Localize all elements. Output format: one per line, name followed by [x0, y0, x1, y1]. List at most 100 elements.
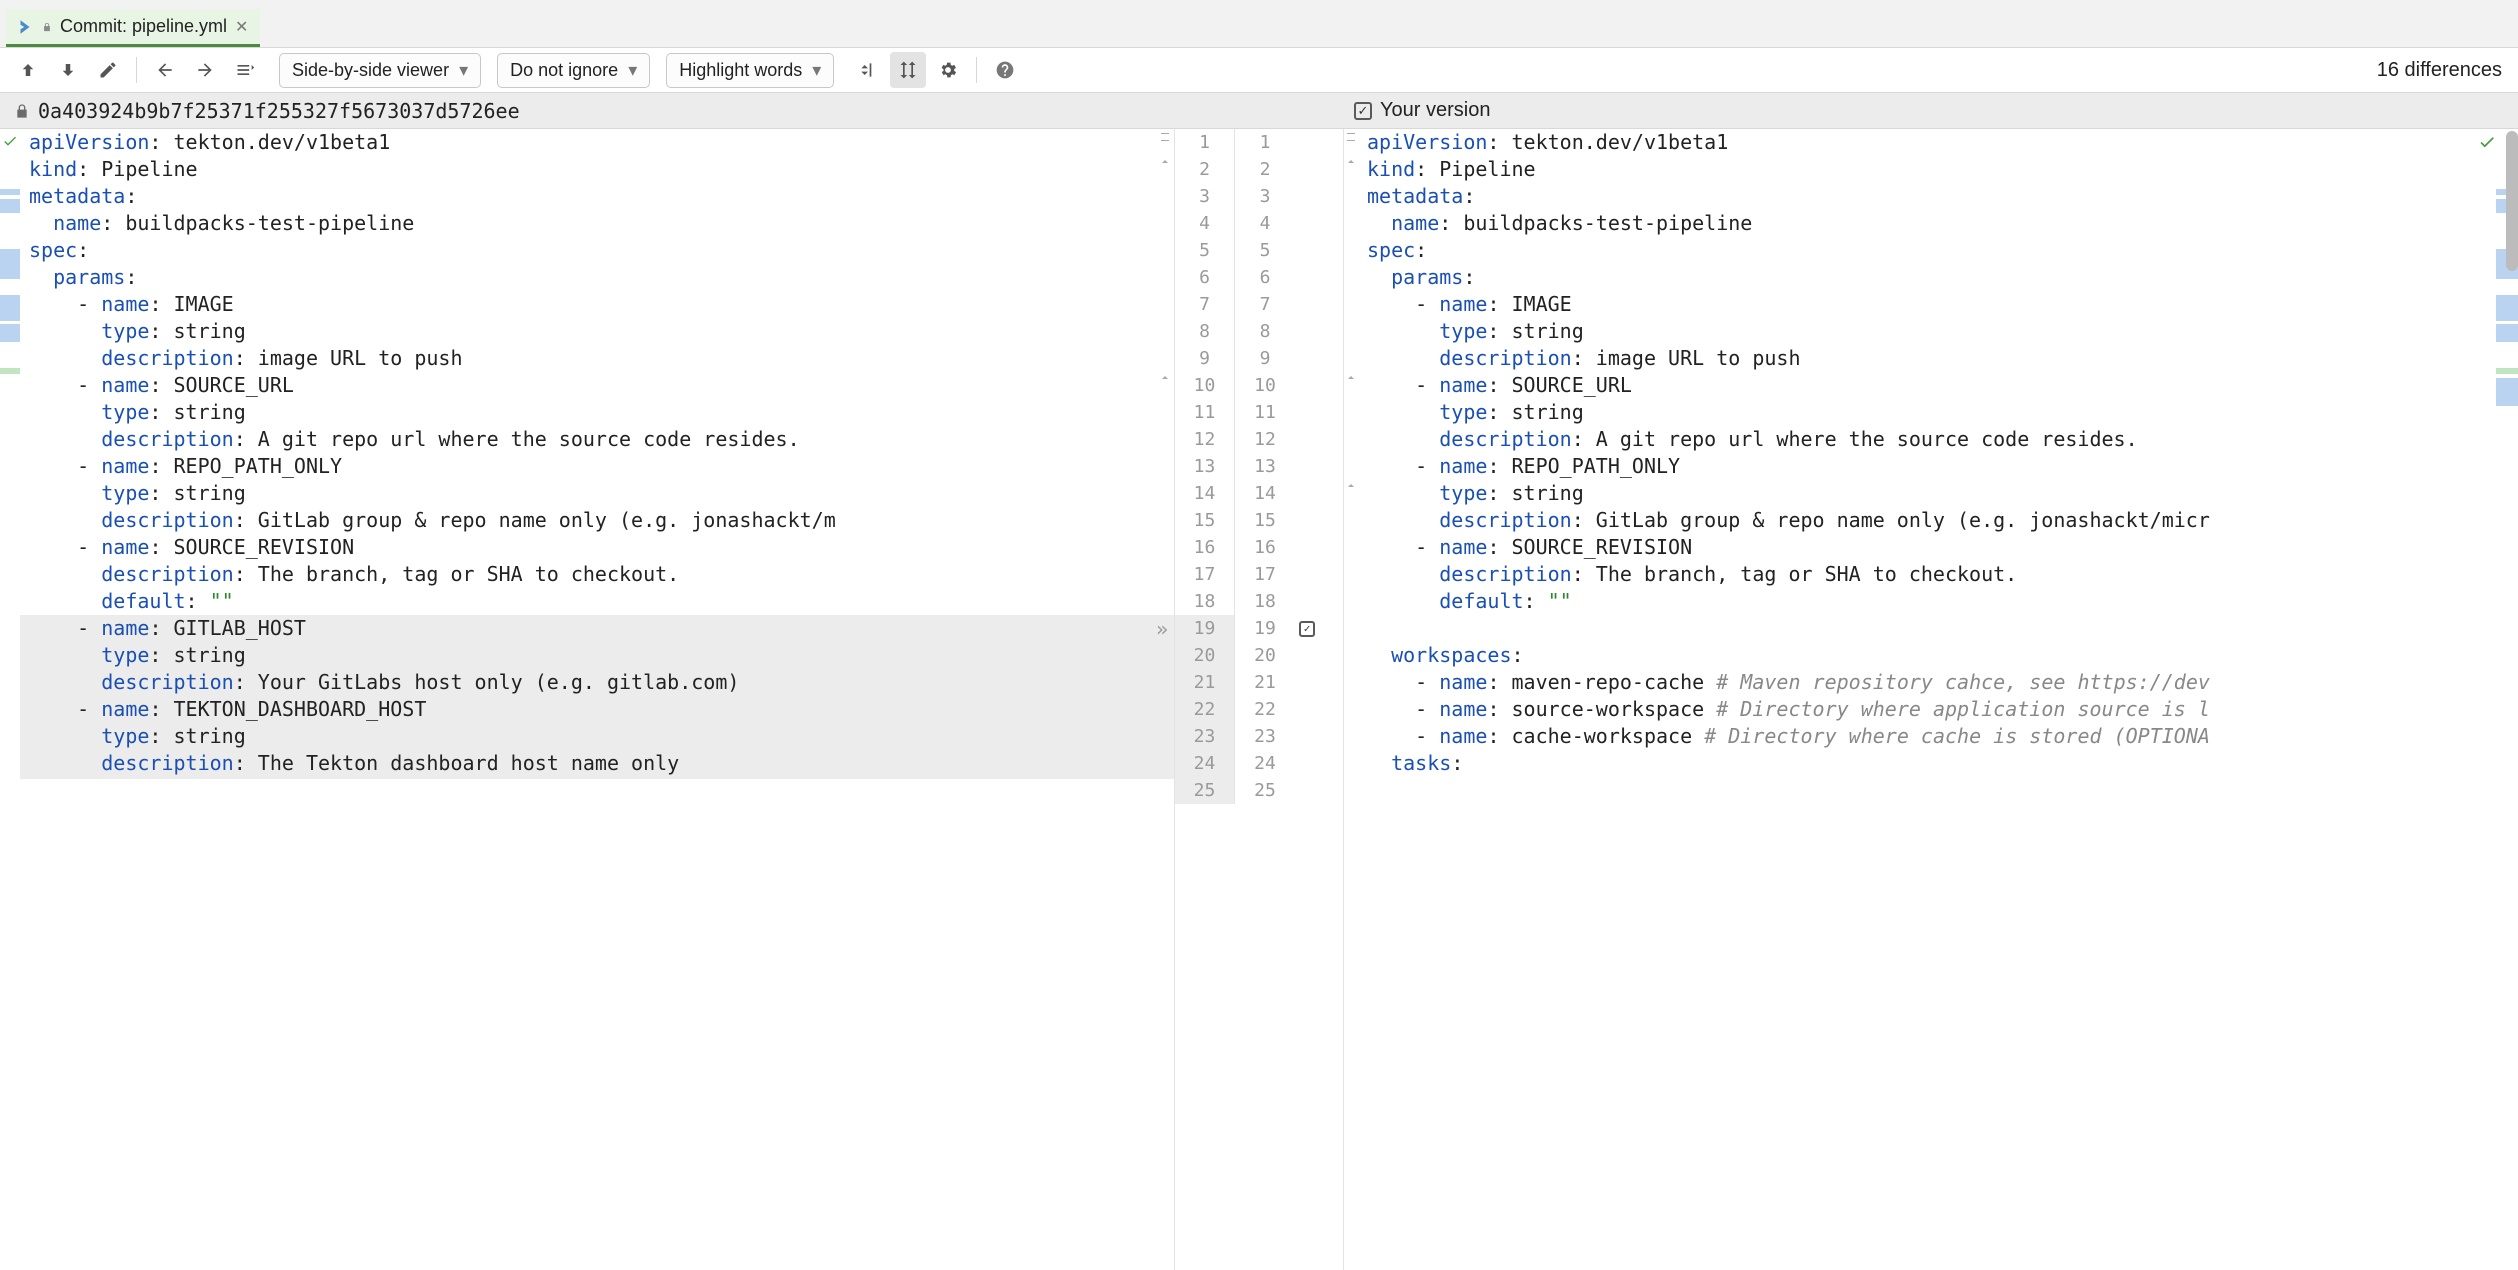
tab-commit[interactable]: Commit: pipeline.yml ✕ — [6, 9, 260, 47]
code-line[interactable]: tasks: — [1364, 750, 2518, 777]
line-number-row: 11 — [1175, 129, 1343, 156]
code-line[interactable]: name: buildpacks-test-pipeline — [26, 210, 1174, 237]
code-line[interactable]: kind: Pipeline — [1364, 156, 2518, 183]
chevron-down-icon: ▾ — [628, 60, 637, 81]
separator — [976, 57, 977, 83]
vcs-icon — [16, 18, 34, 36]
line-number-row: 2424 — [1175, 750, 1343, 777]
code-line[interactable]: type: string — [26, 318, 1174, 345]
commit-hash: 0a403924b9b7f25371f255327f5673037d5726ee — [38, 99, 520, 123]
code-line[interactable]: - name: IMAGE — [26, 291, 1174, 318]
code-line[interactable]: - name: cache-workspace # Directory wher… — [1364, 723, 2518, 750]
code-line[interactable]: apiVersion: tekton.dev/v1beta1 — [26, 129, 1174, 156]
gear-icon[interactable] — [930, 52, 966, 88]
code-line[interactable]: type: string — [26, 642, 1174, 669]
line-number-row: 1919✓ — [1175, 615, 1343, 642]
code-line[interactable]: - name: SOURCE_REVISION — [1364, 534, 2518, 561]
code-line[interactable]: type: string — [1364, 480, 2518, 507]
code-line[interactable]: description: GitLab group & repo name on… — [26, 507, 1174, 534]
line-number-row: 2222 — [1175, 696, 1343, 723]
code-line[interactable]: description: A git repo url where the so… — [1364, 426, 2518, 453]
code-line[interactable]: description: A git repo url where the so… — [26, 426, 1174, 453]
code-line[interactable]: description: The Tekton dashboard host n… — [26, 750, 1174, 777]
line-number-row: 55 — [1175, 237, 1343, 264]
code-line[interactable]: type: string — [1364, 318, 2518, 345]
code-line[interactable]: - name: TEKTON_DASHBOARD_HOST — [26, 696, 1174, 723]
code-line[interactable]: name: buildpacks-test-pipeline — [1364, 210, 2518, 237]
code-line[interactable]: workspaces: — [1364, 642, 2518, 669]
code-line[interactable]: spec: — [26, 237, 1174, 264]
code-line[interactable]: - name: source-workspace # Directory whe… — [1364, 696, 2518, 723]
view-mode-select[interactable]: Side-by-side viewer ▾ — [279, 53, 481, 88]
code-line[interactable] — [1364, 615, 2518, 642]
list-icon[interactable] — [227, 52, 263, 88]
line-number-row: 88 — [1175, 318, 1343, 345]
code-line[interactable]: description: The branch, tag or SHA to c… — [1364, 561, 2518, 588]
code-line[interactable]: default: "" — [1364, 588, 2518, 615]
apply-right-icon[interactable]: » — [1156, 616, 1168, 643]
arrow-up-icon[interactable] — [10, 52, 46, 88]
code-line[interactable]: description: image URL to push — [26, 345, 1174, 372]
arrow-down-icon[interactable] — [50, 52, 86, 88]
line-number-row: 99 — [1175, 345, 1343, 372]
code-line[interactable]: - name: REPO_PATH_ONLY — [26, 453, 1174, 480]
code-line[interactable]: type: string — [26, 399, 1174, 426]
ignore-mode-select[interactable]: Do not ignore ▾ — [497, 53, 650, 88]
code-line[interactable]: params: — [26, 264, 1174, 291]
diff-header: 0a403924b9b7f25371f255327f5673037d5726ee… — [0, 93, 2518, 129]
ignore-mode-label: Do not ignore — [510, 60, 618, 81]
apply-checkbox[interactable]: ✓ — [1299, 621, 1315, 637]
code-line[interactable]: type: string — [26, 723, 1174, 750]
code-line[interactable]: kind: Pipeline — [26, 156, 1174, 183]
diff-count: 16 differences — [2377, 59, 2508, 82]
code-line[interactable]: description: Your GitLabs host only (e.g… — [26, 669, 1174, 696]
separator — [136, 57, 137, 83]
code-line[interactable]: - name: IMAGE — [1364, 291, 2518, 318]
code-line[interactable]: description: image URL to push — [1364, 345, 2518, 372]
code-line[interactable]: params: — [1364, 264, 2518, 291]
code-line[interactable]: - name: SOURCE_REVISION — [26, 534, 1174, 561]
line-number-row: 1616 — [1175, 534, 1343, 561]
code-line[interactable]: type: string — [26, 480, 1174, 507]
highlight-mode-select[interactable]: Highlight words ▾ — [666, 53, 834, 88]
line-number-row: 66 — [1175, 264, 1343, 291]
line-number-row: 2121 — [1175, 669, 1343, 696]
arrow-left-icon[interactable] — [147, 52, 183, 88]
edit-icon[interactable] — [90, 52, 126, 88]
code-line[interactable]: - name: SOURCE_URL — [26, 372, 1174, 399]
collapse-icon[interactable] — [850, 52, 886, 88]
tab-bar: Commit: pipeline.yml ✕ — [0, 0, 2518, 48]
diff-body: » apiVersion: tekton.dev/v1beta1kind: Pi… — [0, 129, 2518, 1270]
left-code[interactable]: apiVersion: tekton.dev/v1beta1kind: Pipe… — [20, 129, 1174, 777]
view-mode-label: Side-by-side viewer — [292, 60, 449, 81]
status-ok-icon — [2478, 133, 2496, 151]
arrow-right-icon[interactable] — [187, 52, 223, 88]
line-number-row: 22 — [1175, 156, 1343, 183]
code-line[interactable]: description: The branch, tag or SHA to c… — [26, 561, 1174, 588]
line-numbers: 1122334455667788991010111112121313141415… — [1174, 129, 1344, 1270]
code-line[interactable]: description: GitLab group & repo name on… — [1364, 507, 2518, 534]
scrollbar[interactable] — [2500, 129, 2518, 1270]
close-icon[interactable]: ✕ — [235, 17, 248, 37]
code-line[interactable]: apiVersion: tekton.dev/v1beta1 — [1364, 129, 2518, 156]
code-line[interactable]: - name: maven-repo-cache # Maven reposit… — [1364, 669, 2518, 696]
code-line[interactable]: type: string — [1364, 399, 2518, 426]
code-line[interactable]: metadata: — [26, 183, 1174, 210]
help-icon[interactable] — [987, 52, 1023, 88]
code-line[interactable]: - name: SOURCE_URL — [1364, 372, 2518, 399]
line-number-row: 33 — [1175, 183, 1343, 210]
right-label: Your version — [1380, 99, 1490, 122]
status-ok-icon — [2, 133, 18, 149]
code-line[interactable]: metadata: — [1364, 183, 2518, 210]
chevron-down-icon: ▾ — [812, 60, 821, 81]
code-line[interactable]: - name: GITLAB_HOST — [26, 615, 1174, 642]
line-number-row: 2323 — [1175, 723, 1343, 750]
sync-scroll-icon[interactable] — [890, 52, 926, 88]
right-code[interactable]: apiVersion: tekton.dev/v1beta1kind: Pipe… — [1358, 129, 2518, 777]
line-number-row: 1414 — [1175, 480, 1343, 507]
code-line[interactable]: - name: REPO_PATH_ONLY — [1364, 453, 2518, 480]
code-line[interactable]: default: "" — [26, 588, 1174, 615]
code-line[interactable]: spec: — [1364, 237, 2518, 264]
toolbar: Side-by-side viewer ▾ Do not ignore ▾ Hi… — [0, 48, 2518, 93]
editable-checkbox[interactable]: ✓ — [1354, 102, 1372, 120]
